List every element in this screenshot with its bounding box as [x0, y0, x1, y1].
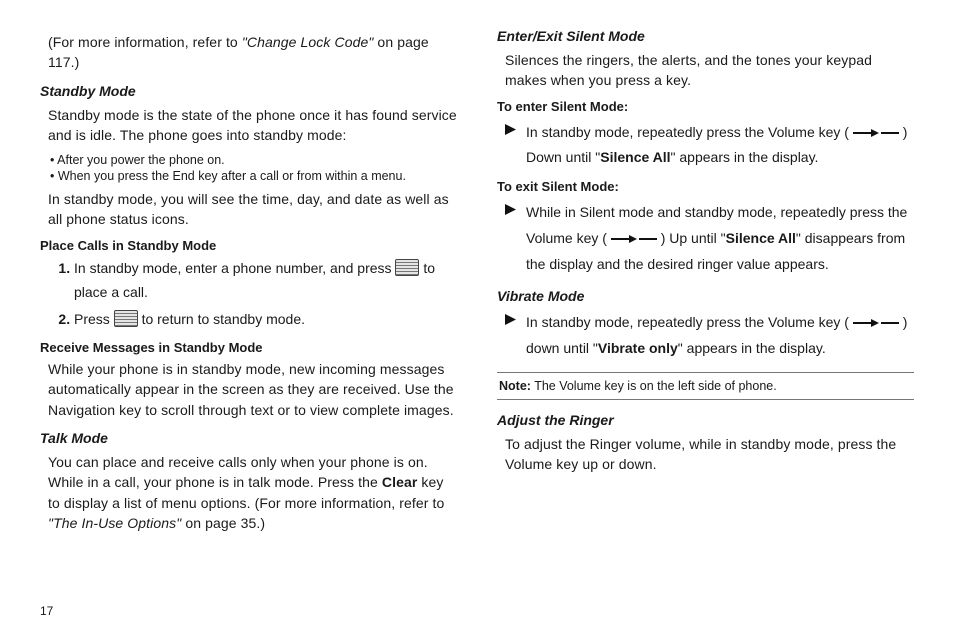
vibrate-body: In standby mode, repeatedly press the Vo…	[526, 310, 908, 362]
step2-text-b: to return to standby mode.	[138, 311, 305, 327]
send-key-icon	[395, 259, 419, 276]
bullet-end-key: When you press the End key after a call …	[50, 169, 457, 183]
triangle-bullet-icon	[505, 124, 516, 135]
bullet-power-on: After you power the phone on.	[50, 153, 457, 167]
heading-place-calls: Place Calls in Standby Mode	[40, 238, 457, 253]
enter-silent-step: In standby mode, repeatedly press the Vo…	[505, 120, 914, 172]
adjust-ringer-para: To adjust the Ringer volume, while in st…	[505, 434, 914, 475]
silent-para: Silences the ringers, the alerts, and th…	[505, 50, 914, 91]
intro-ref: "Change Lock Code"	[242, 34, 374, 50]
enter-a: In standby mode, repeatedly press the Vo…	[526, 124, 853, 140]
volume-key-icon	[611, 235, 657, 243]
note-text: The Volume key is on the left side of ph…	[531, 379, 777, 393]
enter-c: " appears in the display.	[671, 149, 819, 165]
heading-standby-mode: Standby Mode	[40, 83, 457, 99]
step-2: Press to return to standby mode.	[74, 308, 457, 332]
enter-silent-body: In standby mode, repeatedly press the Vo…	[526, 120, 908, 172]
cross-ref-intro: (For more information, refer to "Change …	[48, 32, 457, 73]
left-column: (For more information, refer to "Change …	[40, 28, 457, 612]
vib-a: In standby mode, repeatedly press the Vo…	[526, 314, 853, 330]
talk-ref: "The In-Use Options"	[48, 515, 181, 531]
exit-silent-step: While in Silent mode and standby mode, r…	[505, 200, 914, 278]
heading-exit-silent: To exit Silent Mode:	[497, 179, 914, 194]
heading-adjust-ringer: Adjust the Ringer	[497, 412, 914, 428]
receive-messages-para: While your phone is in standby mode, new…	[48, 359, 457, 420]
vibrate-only: Vibrate only	[598, 340, 678, 356]
place-call-steps: In standby mode, enter a phone number, a…	[54, 257, 457, 332]
exit-silent-body: While in Silent mode and standby mode, r…	[526, 200, 908, 278]
standby-para1: Standby mode is the state of the phone o…	[48, 105, 457, 146]
volume-key-icon	[853, 319, 899, 327]
heading-silent-mode: Enter/Exit Silent Mode	[497, 28, 914, 44]
heading-enter-silent: To enter Silent Mode:	[497, 99, 914, 114]
step2-text-a: Press	[74, 311, 114, 327]
step1-text-a: In standby mode, enter a phone number, a…	[74, 260, 395, 276]
heading-receive-messages: Receive Messages in Standby Mode	[40, 340, 457, 355]
standby-para2: In standby mode, you will see the time, …	[48, 189, 457, 230]
right-column: Enter/Exit Silent Mode Silences the ring…	[497, 28, 914, 612]
end-key-icon	[114, 310, 138, 327]
triangle-bullet-icon	[505, 314, 516, 325]
standby-bullets: After you power the phone on. When you p…	[50, 153, 457, 183]
note-label: Note:	[499, 379, 531, 393]
silence-all-1: Silence All	[600, 149, 670, 165]
vib-c: " appears in the display.	[678, 340, 826, 356]
talk-c: on page 35.)	[181, 515, 265, 531]
volume-key-icon	[853, 129, 899, 137]
talk-a: You can place and receive calls only whe…	[48, 454, 428, 490]
vibrate-step: In standby mode, repeatedly press the Vo…	[505, 310, 914, 362]
triangle-bullet-icon	[505, 204, 516, 215]
exit-b: ) Up until "	[657, 230, 726, 246]
silence-all-2: Silence All	[726, 230, 796, 246]
step-1: In standby mode, enter a phone number, a…	[74, 257, 457, 305]
heading-talk-mode: Talk Mode	[40, 430, 457, 446]
clear-key-label: Clear	[382, 474, 418, 490]
page-number: 17	[40, 604, 53, 618]
talk-mode-para: You can place and receive calls only whe…	[48, 452, 457, 533]
note-box: Note: The Volume key is on the left side…	[497, 372, 914, 400]
manual-page: (For more information, refer to "Change …	[0, 0, 954, 636]
heading-vibrate-mode: Vibrate Mode	[497, 288, 914, 304]
intro-prefix: (For more information, refer to	[48, 34, 242, 50]
